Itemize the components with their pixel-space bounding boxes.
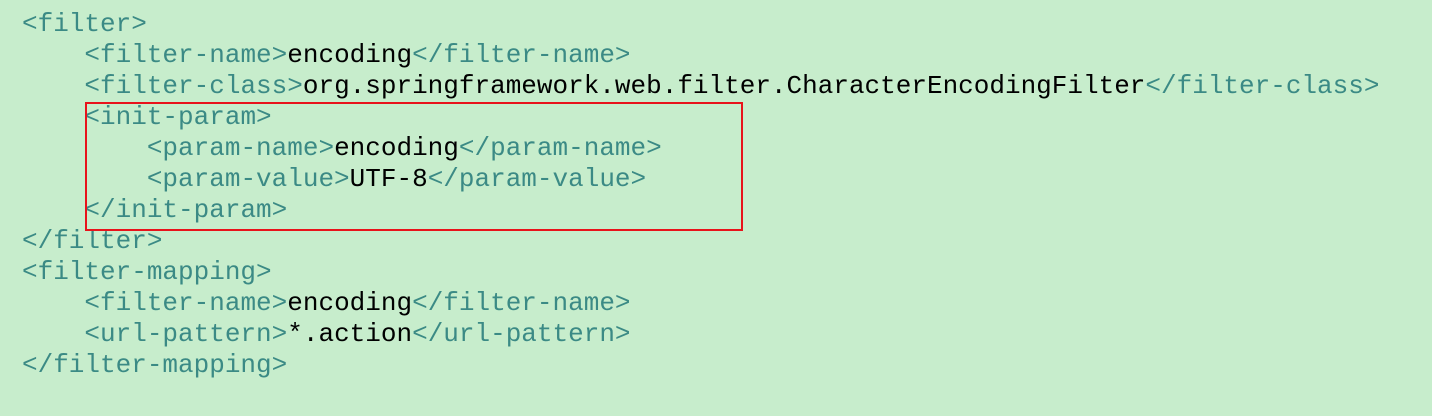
code-line: </filter-mapping>: [22, 350, 1379, 381]
code-editor: <filter> <filter-name>encoding</filter-n…: [0, 0, 1432, 416]
xml-tag: <filter-class>: [84, 71, 303, 101]
xml-tag: </filter-class>: [1145, 71, 1380, 101]
code-line: <filter-mapping>: [22, 257, 1379, 288]
code-line: <filter-name>encoding</filter-name>: [22, 288, 1379, 319]
xml-text: *.action: [287, 319, 413, 349]
xml-tag: <url-pattern>: [84, 319, 288, 349]
code-line: <url-pattern>*.action</url-pattern>: [22, 319, 1379, 350]
highlight-box: [85, 102, 743, 231]
xml-text: encoding: [287, 40, 413, 70]
code-line: <filter-name>encoding</filter-name>: [22, 40, 1379, 71]
xml-tag: <filter-name>: [84, 288, 288, 318]
xml-text: encoding: [287, 288, 413, 318]
xml-tag: </filter-name>: [412, 40, 631, 70]
xml-tag: </filter-name>: [412, 288, 631, 318]
xml-tag: <filter-name>: [84, 40, 288, 70]
xml-text: org.springframework.web.filter.Character…: [302, 71, 1146, 101]
xml-tag: <filter-mapping>: [22, 257, 272, 287]
xml-tag: </url-pattern>: [412, 319, 631, 349]
xml-tag: <filter>: [22, 9, 147, 39]
xml-tag: </filter-mapping>: [22, 350, 288, 380]
code-line: <filter>: [22, 9, 1379, 40]
code-line: <filter-class>org.springframework.web.fi…: [22, 71, 1379, 102]
